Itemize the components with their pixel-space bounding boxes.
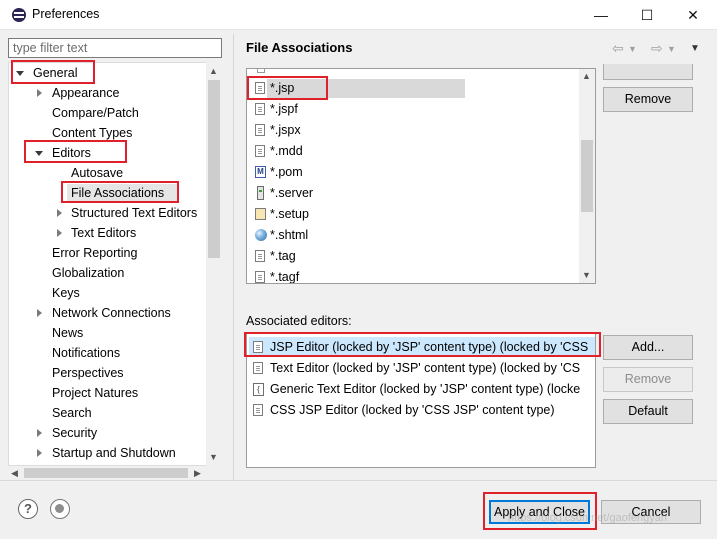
apply-and-close-button[interactable]: Apply and Close bbox=[489, 500, 590, 524]
window-title: Preferences bbox=[32, 7, 100, 21]
tree-horizontal-scroll-thumb[interactable] bbox=[24, 468, 188, 478]
back-dropdown-icon[interactable]: ▼ bbox=[628, 44, 637, 54]
globe-icon bbox=[255, 229, 267, 241]
tree-item-appearance[interactable]: Appearance bbox=[9, 83, 209, 103]
close-button[interactable]: ✕ bbox=[670, 0, 716, 30]
associated-editors-list[interactable]: JSP Editor (locked by 'JSP' content type… bbox=[246, 332, 596, 468]
setup-icon bbox=[255, 208, 266, 220]
selection-highlight bbox=[267, 79, 465, 98]
tree-item-file-associations[interactable]: File Associations bbox=[67, 183, 179, 203]
text-file-icon bbox=[255, 271, 265, 283]
tree-item-security[interactable]: Security bbox=[9, 423, 209, 443]
tree-item-text-editors[interactable]: Text Editors bbox=[9, 223, 209, 243]
tree-item-content-types[interactable]: Content Types bbox=[9, 123, 209, 143]
collapse-arrow-icon[interactable] bbox=[35, 151, 43, 156]
file-types-list[interactable]: *.jsp *.jspf *.jspx *.mdd M *.pom *.serv… bbox=[246, 68, 596, 284]
tree-vertical-scroll-thumb[interactable] bbox=[208, 80, 220, 258]
cancel-button[interactable]: Cancel bbox=[601, 500, 701, 524]
maximize-button[interactable]: ☐ bbox=[624, 0, 670, 30]
text-file-icon bbox=[255, 124, 265, 136]
expand-arrow-icon[interactable] bbox=[57, 209, 62, 217]
text-file-icon bbox=[255, 82, 265, 94]
scroll-up-arrow-icon[interactable]: ▲ bbox=[209, 66, 218, 76]
tree-item-notifications[interactable]: Notifications bbox=[9, 343, 209, 363]
text-file-icon bbox=[255, 103, 265, 115]
add-file-type-button[interactable] bbox=[603, 64, 693, 80]
title-bar: Preferences — ☐ ✕ bbox=[0, 0, 717, 30]
text-file-icon bbox=[255, 145, 265, 157]
text-file-icon bbox=[253, 404, 263, 416]
minimize-button[interactable]: — bbox=[578, 0, 624, 30]
scroll-right-arrow-icon[interactable]: ▶ bbox=[194, 468, 201, 478]
associated-editors-label: Associated editors: bbox=[246, 314, 352, 328]
file-types-scroll-thumb[interactable] bbox=[581, 140, 593, 212]
default-editor-button[interactable]: Default bbox=[603, 399, 693, 424]
eclipse-app-icon bbox=[12, 8, 26, 22]
tree-item-error-reporting[interactable]: Error Reporting bbox=[9, 243, 209, 263]
tree-item-keys[interactable]: Keys bbox=[9, 283, 209, 303]
expand-arrow-icon[interactable] bbox=[37, 449, 42, 457]
preferences-tree: General Appearance Compare/Patch Content… bbox=[8, 62, 222, 466]
tree-item-network-connections[interactable]: Network Connections bbox=[9, 303, 209, 323]
generic-editor-icon: { bbox=[253, 383, 264, 396]
help-icon[interactable]: ? bbox=[18, 499, 38, 519]
tree-item-perspectives[interactable]: Perspectives bbox=[9, 363, 209, 383]
page-title: File Associations bbox=[246, 40, 353, 55]
scroll-left-arrow-icon[interactable]: ◀ bbox=[11, 468, 18, 478]
tree-item-startup-shutdown[interactable]: Startup and Shutdown bbox=[9, 443, 209, 463]
tree-item-general[interactable]: General bbox=[9, 63, 209, 83]
expand-arrow-icon[interactable] bbox=[37, 89, 42, 97]
expand-arrow-icon[interactable] bbox=[37, 429, 42, 437]
server-icon bbox=[257, 186, 264, 200]
back-arrow-icon[interactable]: ⇦ bbox=[612, 40, 624, 57]
text-file-icon bbox=[255, 250, 265, 262]
filter-input[interactable] bbox=[8, 38, 222, 58]
tree-item-search[interactable]: Search bbox=[9, 403, 209, 423]
add-editor-button[interactable]: Add... bbox=[603, 335, 693, 360]
footer-separator bbox=[0, 480, 717, 481]
forward-dropdown-icon[interactable]: ▼ bbox=[667, 44, 676, 54]
collapse-arrow-icon[interactable] bbox=[16, 71, 24, 76]
view-menu-icon[interactable]: ▼ bbox=[690, 43, 700, 54]
maven-icon: M bbox=[255, 166, 266, 178]
tree-item-structured-text-editors[interactable]: Structured Text Editors bbox=[9, 203, 209, 223]
forward-arrow-icon[interactable]: ⇨ bbox=[651, 40, 663, 57]
remove-file-type-button[interactable]: Remove bbox=[603, 87, 693, 112]
record-macro-icon[interactable] bbox=[50, 499, 70, 519]
tree-item-news[interactable]: News bbox=[9, 323, 209, 343]
tree-item-globalization[interactable]: Globalization bbox=[9, 263, 209, 283]
tree-item-compare-patch[interactable]: Compare/Patch bbox=[9, 103, 209, 123]
remove-editor-button[interactable]: Remove bbox=[603, 367, 693, 392]
scroll-up-arrow-icon[interactable]: ▲ bbox=[582, 71, 591, 81]
editor-jsp[interactable]: JSP Editor (locked by 'JSP' content type… bbox=[249, 337, 595, 357]
expand-arrow-icon[interactable] bbox=[37, 309, 42, 317]
text-file-icon bbox=[253, 362, 263, 374]
tree-item-editors[interactable]: Editors bbox=[9, 143, 209, 163]
scroll-down-arrow-icon[interactable]: ▼ bbox=[582, 270, 591, 280]
file-icon-partial bbox=[257, 69, 265, 73]
expand-arrow-icon[interactable] bbox=[57, 229, 62, 237]
tree-item-project-natures[interactable]: Project Natures bbox=[9, 383, 209, 403]
tree-item-autosave[interactable]: Autosave bbox=[9, 163, 209, 183]
text-file-icon bbox=[253, 341, 263, 353]
scroll-down-arrow-icon[interactable]: ▼ bbox=[209, 452, 218, 462]
